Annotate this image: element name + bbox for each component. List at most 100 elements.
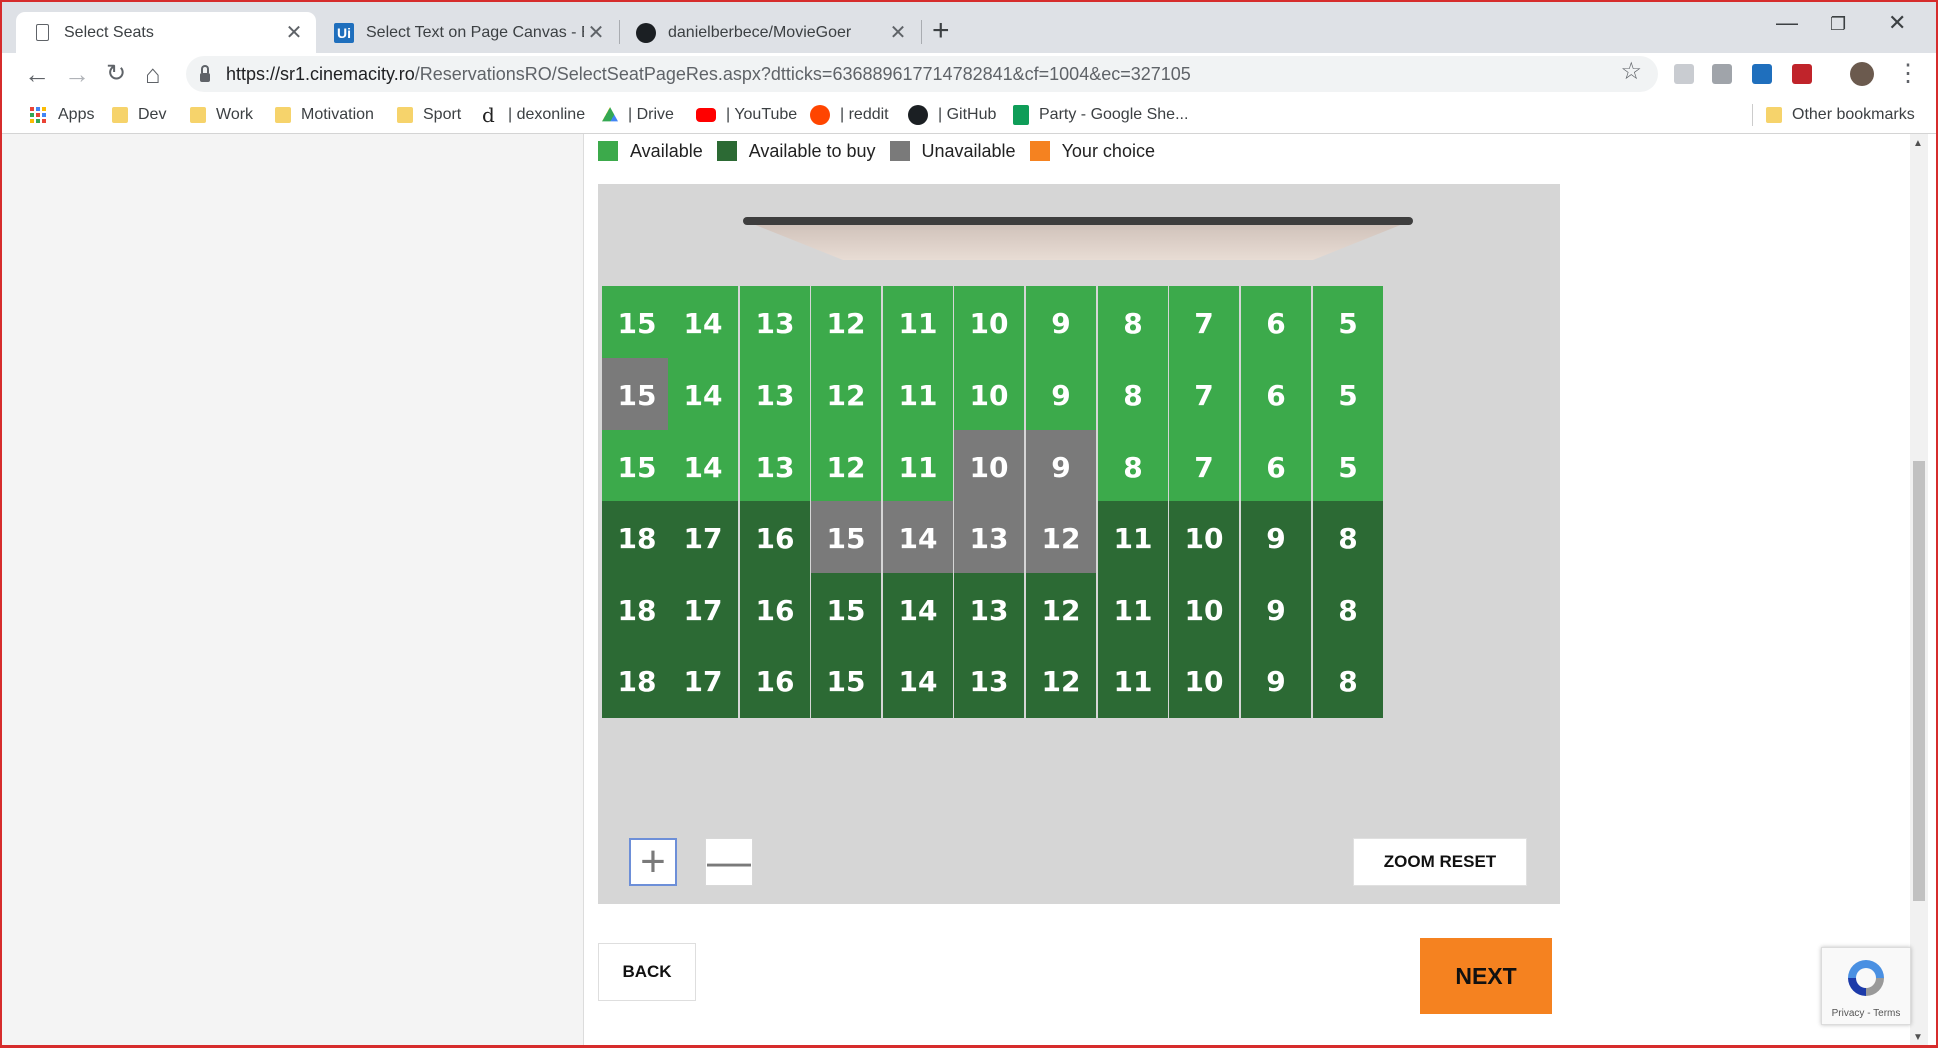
seat-available[interactable]: 13 xyxy=(740,358,810,432)
bookmark-motivation[interactable]: Motivation xyxy=(275,103,374,127)
next-button[interactable]: NEXT xyxy=(1420,938,1552,1014)
bookmark-other[interactable]: Other bookmarks xyxy=(1766,103,1915,127)
seat-to-buy[interactable]: 16 xyxy=(740,573,810,647)
restore-button[interactable]: ❐ xyxy=(1830,14,1846,35)
seat-available[interactable]: 7 xyxy=(1169,358,1239,432)
seat-available[interactable]: 7 xyxy=(1169,430,1239,504)
zoom-out-button[interactable]: — xyxy=(705,838,753,886)
seat-to-buy[interactable]: 16 xyxy=(740,644,810,718)
seat-to-buy[interactable]: 16 xyxy=(740,501,810,575)
seat-available[interactable]: 5 xyxy=(1313,286,1383,360)
seat-available[interactable]: 8 xyxy=(1098,286,1168,360)
seat-to-buy[interactable]: 9 xyxy=(1241,644,1311,718)
address-bar[interactable]: https://sr1.cinemacity.ro/ReservationsRO… xyxy=(186,56,1658,92)
seat-to-buy[interactable]: 18 xyxy=(602,573,672,647)
seat-to-buy[interactable]: 11 xyxy=(1098,573,1168,647)
seat-available[interactable]: 11 xyxy=(883,358,953,432)
zoom-in-button[interactable]: + xyxy=(629,838,677,886)
seat-to-buy[interactable]: 15 xyxy=(811,573,881,647)
bookmark-star-icon[interactable]: ☆ xyxy=(1620,57,1642,86)
window-close-button[interactable]: ✕ xyxy=(1888,10,1906,36)
seat-to-buy[interactable]: 18 xyxy=(602,501,672,575)
seat-available[interactable]: 13 xyxy=(740,430,810,504)
bookmark-party-sheet[interactable]: Party - Google She... xyxy=(1013,103,1188,127)
back-arrow-icon[interactable]: ← xyxy=(24,58,50,90)
seat-unavailable[interactable]: 15 xyxy=(602,358,672,432)
seat-unavailable[interactable]: 9 xyxy=(1026,430,1096,504)
tab-select-seats[interactable]: Select Seats ✕ xyxy=(16,12,316,53)
extension-pin-icon[interactable] xyxy=(1674,64,1694,84)
seat-available[interactable]: 12 xyxy=(811,430,881,504)
seat-to-buy[interactable]: 17 xyxy=(668,501,738,575)
seat-to-buy[interactable]: 11 xyxy=(1098,644,1168,718)
seat-to-buy[interactable]: 11 xyxy=(1098,501,1168,575)
seat-unavailable[interactable]: 13 xyxy=(954,501,1024,575)
seat-available[interactable]: 13 xyxy=(740,286,810,360)
new-tab-button[interactable]: + xyxy=(932,14,950,48)
close-icon[interactable]: ✕ xyxy=(584,20,608,45)
back-button[interactable]: BACK xyxy=(598,943,696,1001)
seat-to-buy[interactable]: 12 xyxy=(1026,573,1096,647)
seat-to-buy[interactable]: 13 xyxy=(954,573,1024,647)
seat-to-buy[interactable]: 9 xyxy=(1241,501,1311,575)
seat-available[interactable]: 15 xyxy=(602,430,672,504)
close-icon[interactable]: ✕ xyxy=(282,20,306,45)
minimize-button[interactable]: — xyxy=(1776,10,1798,36)
seat-to-buy[interactable]: 8 xyxy=(1313,573,1383,647)
zoom-reset-button[interactable]: ZOOM RESET xyxy=(1353,838,1527,886)
recaptcha-terms[interactable]: Privacy - Terms xyxy=(1822,1008,1910,1019)
page-scrollbar[interactable]: ▲ ▼ xyxy=(1910,134,1928,1048)
seat-to-buy[interactable]: 10 xyxy=(1169,501,1239,575)
seat-to-buy[interactable]: 18 xyxy=(602,644,672,718)
seat-available[interactable]: 6 xyxy=(1241,358,1311,432)
seat-to-buy[interactable]: 14 xyxy=(883,644,953,718)
reload-icon[interactable]: ↻ xyxy=(106,58,126,90)
close-icon[interactable]: ✕ xyxy=(886,20,910,45)
seat-unavailable[interactable]: 10 xyxy=(954,430,1024,504)
bookmark-dexonline[interactable]: d | dexonline xyxy=(482,103,585,127)
seat-available[interactable]: 10 xyxy=(954,286,1024,360)
seat-to-buy[interactable]: 8 xyxy=(1313,644,1383,718)
seat-available[interactable]: 12 xyxy=(811,358,881,432)
seat-to-buy[interactable]: 12 xyxy=(1026,644,1096,718)
seat-to-buy[interactable]: 17 xyxy=(668,573,738,647)
recaptcha-badge[interactable]: Privacy - Terms xyxy=(1821,947,1911,1025)
bookmark-youtube[interactable]: | YouTube xyxy=(696,103,797,127)
seat-available[interactable]: 10 xyxy=(954,358,1024,432)
seat-unavailable[interactable]: 12 xyxy=(1026,501,1096,575)
seat-unavailable[interactable]: 15 xyxy=(811,501,881,575)
seat-to-buy[interactable]: 13 xyxy=(954,644,1024,718)
scroll-thumb[interactable] xyxy=(1913,461,1925,901)
seat-available[interactable]: 11 xyxy=(883,286,953,360)
seat-available[interactable]: 5 xyxy=(1313,430,1383,504)
seat-available[interactable]: 6 xyxy=(1241,430,1311,504)
seat-to-buy[interactable]: 10 xyxy=(1169,573,1239,647)
home-icon[interactable]: ⌂ xyxy=(145,58,161,90)
seat-available[interactable]: 15 xyxy=(602,286,672,360)
tab-select-text[interactable]: Ui Select Text on Page Canvas - Basi ✕ xyxy=(318,12,618,53)
seat-available[interactable]: 9 xyxy=(1026,286,1096,360)
bookmark-work[interactable]: Work xyxy=(190,103,253,127)
avatar[interactable] xyxy=(1850,62,1874,86)
bookmark-sport[interactable]: Sport xyxy=(397,103,461,127)
seat-available[interactable]: 11 xyxy=(883,430,953,504)
bookmark-dev[interactable]: Dev xyxy=(112,103,166,127)
seat-to-buy[interactable]: 15 xyxy=(811,644,881,718)
scroll-down-icon[interactable]: ▼ xyxy=(1913,1032,1923,1043)
forward-arrow-icon[interactable]: → xyxy=(64,58,90,90)
seat-to-buy[interactable]: 8 xyxy=(1313,501,1383,575)
bookmark-github[interactable]: | GitHub xyxy=(908,103,996,127)
ublock-extension-icon[interactable] xyxy=(1792,64,1812,84)
extension-font-icon[interactable] xyxy=(1712,64,1732,84)
seat-available[interactable]: 7 xyxy=(1169,286,1239,360)
seat-available[interactable]: 14 xyxy=(668,358,738,432)
seat-available[interactable]: 12 xyxy=(811,286,881,360)
bookmark-drive[interactable]: | Drive xyxy=(602,103,674,127)
url-text[interactable]: https://sr1.cinemacity.ro/ReservationsRO… xyxy=(226,64,1191,85)
bookmark-reddit[interactable]: | reddit xyxy=(810,103,889,127)
seat-available[interactable]: 8 xyxy=(1098,358,1168,432)
seat-available[interactable]: 8 xyxy=(1098,430,1168,504)
tab-moviegoer[interactable]: danielberbece/MovieGoer ✕ xyxy=(620,12,920,53)
uipath-extension-icon[interactable] xyxy=(1752,64,1772,84)
seat-to-buy[interactable]: 9 xyxy=(1241,573,1311,647)
